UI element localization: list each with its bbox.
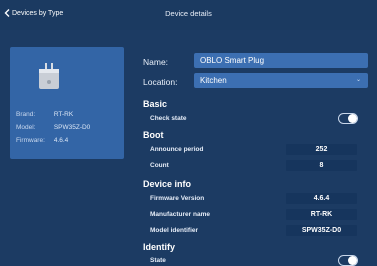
- navigation-bar: Devices by Type Device details: [0, 0, 377, 30]
- firmware-version-label: Firmware Version: [150, 195, 205, 202]
- count-input[interactable]: 8: [286, 160, 357, 171]
- check-state-label: Check state: [150, 115, 187, 122]
- section-basic-title: Basic: [143, 99, 168, 109]
- manufacturer-name-label: Manufacturer name: [150, 211, 210, 218]
- brand-value: RT-RK: [53, 111, 74, 118]
- firmware-key: Firmware:: [16, 137, 45, 144]
- model-identifier-value: SPW35Z-D0: [286, 225, 357, 236]
- firmware-row: Firmware: 4.6.4: [16, 137, 68, 144]
- brand-row: Brand: RT-RK: [16, 111, 73, 118]
- smart-plug-image: [39, 63, 59, 89]
- firmware-value: 4.6.4: [53, 137, 69, 144]
- toggle-knob: [348, 256, 357, 265]
- announce-period-label: Announce period: [150, 146, 204, 153]
- manufacturer-name-value: RT-RK: [286, 209, 357, 220]
- name-field[interactable]: OBLO Smart Plug: [194, 53, 368, 68]
- brand-key: Brand:: [16, 111, 36, 118]
- count-label: Count: [150, 162, 169, 169]
- page-title: Device details: [165, 9, 212, 18]
- location-label: Location:: [143, 77, 178, 87]
- chevron-down-icon: ⌄: [355, 77, 361, 83]
- section-identify-title: Identify: [143, 242, 176, 252]
- announce-period-input[interactable]: 252: [286, 144, 357, 155]
- location-value: Kitchen: [200, 76, 227, 85]
- model-identifier-label: Model identifier: [150, 227, 199, 234]
- device-summary-card: Brand: RT-RK Model: SPW35Z-D0 Firmware: …: [10, 47, 124, 159]
- check-state-toggle[interactable]: [338, 113, 358, 124]
- identify-state-toggle[interactable]: [338, 255, 358, 266]
- model-value: SPW35Z-D0: [53, 124, 91, 131]
- section-device-info-title: Device info: [143, 179, 192, 189]
- firmware-version-value: 4.6.4: [286, 193, 357, 204]
- toggle-knob: [348, 114, 357, 123]
- section-boot-title: Boot: [143, 130, 164, 140]
- location-select[interactable]: Kitchen ⌄: [194, 73, 368, 88]
- identify-state-label: State: [150, 257, 166, 264]
- model-key: Model:: [16, 124, 36, 131]
- model-row: Model: SPW35Z-D0: [16, 124, 90, 131]
- name-label: Name:: [143, 57, 169, 67]
